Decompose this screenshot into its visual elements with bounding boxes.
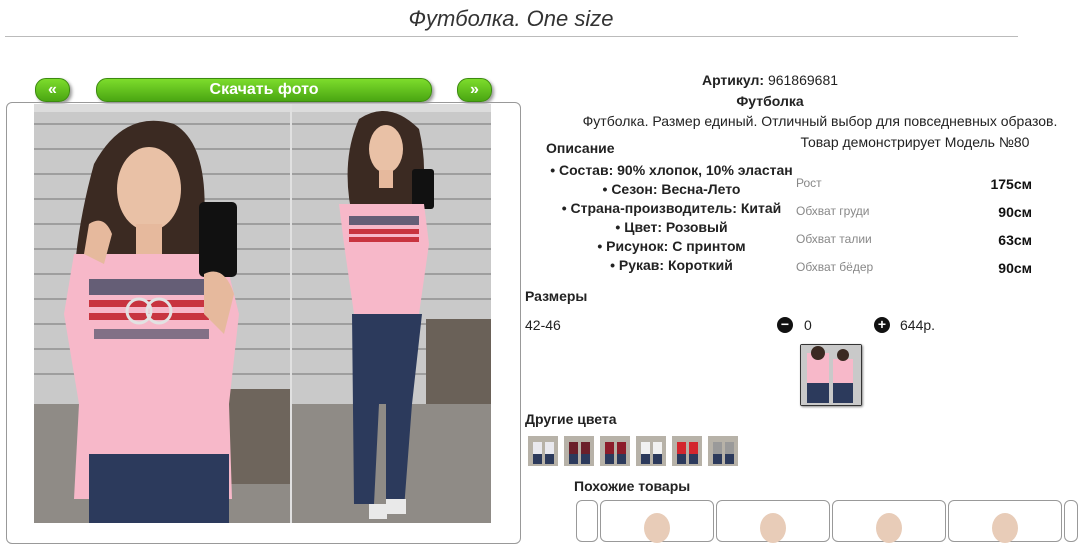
measurement-row: Обхват груди 90см — [796, 204, 1036, 232]
size-label: 42-46 — [525, 317, 561, 333]
measurement-value: 90см — [998, 204, 1032, 220]
color-variant-thumbnail[interactable] — [528, 436, 558, 466]
article-label: Артикул: — [701, 72, 765, 88]
download-photo-button[interactable]: Скачать фото — [96, 78, 432, 102]
measurement-row: Обхват бёдер 90см — [796, 260, 1036, 288]
model-note: Товар демонстрирует Модель №80 — [800, 134, 1030, 150]
attribute-item: • Состав: 90% хлопок, 10% эластан — [550, 162, 793, 178]
attribute-list: • Состав: 90% хлопок, 10% эластан • Сезо… — [540, 161, 803, 275]
similar-product-image — [760, 513, 786, 543]
similar-product-card[interactable] — [600, 500, 714, 543]
size-row: 42-46 − 0 + 644р. — [525, 317, 1025, 337]
product-photo[interactable] — [34, 104, 491, 523]
similar-product-card[interactable] — [832, 500, 946, 543]
model-measurements: Рост 175см Обхват груди 90см Обхват тали… — [796, 176, 1036, 288]
color-variant-thumbnail[interactable] — [564, 436, 594, 466]
similar-product-card[interactable] — [948, 500, 1062, 543]
article-value: 961869681 — [767, 72, 839, 88]
measurement-label: Обхват талии — [796, 232, 872, 246]
page-title: Футболка. One size — [408, 6, 614, 31]
other-colors-heading: Другие цвета — [525, 411, 617, 427]
attribute-item: • Цвет: Розовый — [615, 219, 728, 235]
similar-product-image — [644, 513, 670, 543]
attribute-item: • Страна-производитель: Китай — [561, 200, 782, 216]
measurement-row: Обхват талии 63см — [796, 232, 1036, 260]
measurement-value: 90см — [998, 260, 1032, 276]
product-name: Футболка — [736, 93, 804, 109]
next-photo-button[interactable]: » — [457, 78, 492, 102]
similar-product-card[interactable] — [1064, 500, 1078, 542]
measurement-row: Рост 175см — [796, 176, 1036, 204]
color-variant-thumbnail[interactable] — [672, 436, 702, 466]
measurement-value: 63см — [998, 232, 1032, 248]
product-description: Футболка. Размер единый. Отличный выбор … — [582, 113, 1058, 129]
color-variant-thumbnail[interactable] — [636, 436, 666, 466]
measurement-value: 175см — [990, 176, 1032, 192]
attribute-item: • Рукав: Короткий — [610, 257, 733, 273]
measurement-label: Обхват груди — [796, 204, 870, 218]
color-variant-thumbnail[interactable] — [600, 436, 630, 466]
attribute-item: • Рисунок: С принтом — [597, 238, 746, 254]
article-line: Артикул: 961869681 — [520, 72, 1020, 88]
color-variant-thumbnail[interactable] — [708, 436, 738, 466]
similar-product-card[interactable] — [716, 500, 830, 543]
plus-icon[interactable]: + — [874, 317, 890, 333]
similar-product-image — [876, 513, 902, 543]
similar-product-card[interactable] — [576, 500, 598, 542]
sizes-heading: Размеры — [525, 288, 588, 304]
description-heading: Описание — [546, 140, 615, 156]
prev-photo-button[interactable]: « — [35, 78, 70, 102]
minus-icon[interactable]: − — [777, 317, 793, 333]
size-price: 644р. — [900, 317, 936, 333]
selected-photo-thumbnail[interactable] — [800, 344, 862, 406]
measurement-label: Обхват бёдер — [796, 260, 874, 274]
quantity-value: 0 — [804, 317, 812, 333]
similar-products-heading: Похожие товары — [574, 478, 691, 494]
similar-product-image — [992, 513, 1018, 543]
title-divider — [5, 36, 1018, 37]
attribute-item: • Сезон: Весна-Лето — [602, 181, 741, 197]
measurement-label: Рост — [796, 176, 822, 190]
